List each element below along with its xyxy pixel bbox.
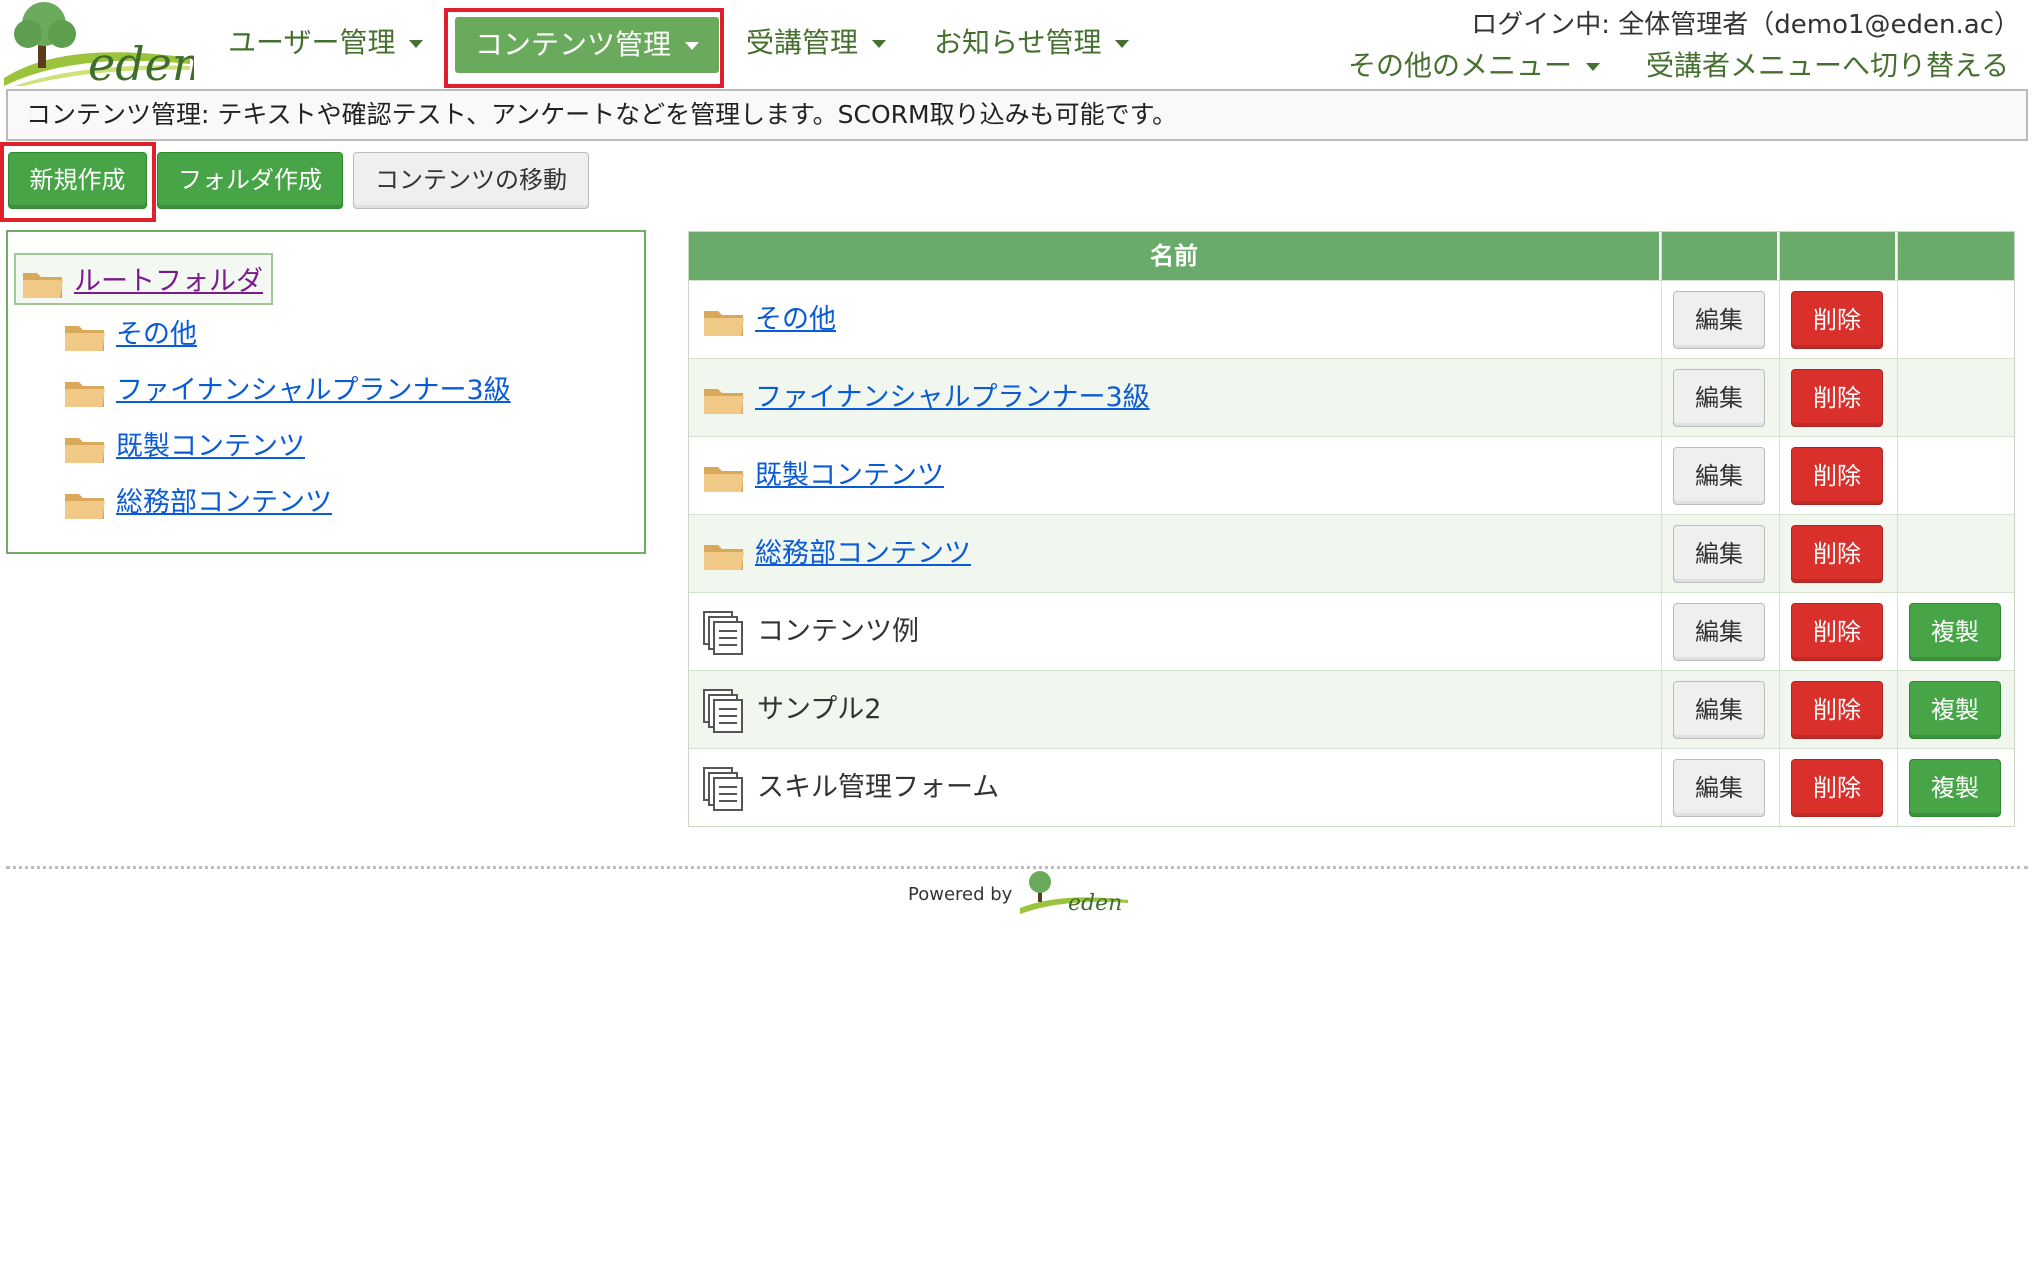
edit-button[interactable]: 編集 [1673,369,1765,427]
tree-item-general-affairs[interactable]: 総務部コンテンツ [64,480,332,520]
other-menu-label: その他のメニュー [1348,49,1573,82]
row-name: ファイナンシャルプランナー3級 [703,359,1150,437]
folder-tree: ルートフォルダ その他 ファイナンシャルプランナー3級 既製コンテンツ 総務部コ… [6,230,646,554]
column-header-edit [1661,232,1779,280]
row-folder-link[interactable]: ファイナンシャルプランナー3級 [755,382,1150,413]
folder-icon [704,388,744,414]
delete-button[interactable]: 削除 [1791,681,1883,739]
tree-item-other[interactable]: その他 [64,312,197,352]
folder-icon [65,493,105,519]
table-row: スキル管理フォーム 編集 削除 複製 [689,748,2014,826]
nav-content-management-label: コンテンツ管理 [475,28,672,61]
chevron-down-icon [1115,40,1130,48]
nav-course-management[interactable]: 受講管理 [746,14,887,72]
tree-logo-icon: eden [4,2,202,91]
folder-icon [65,381,105,407]
tree-item-link[interactable]: 既製コンテンツ [116,431,305,462]
powered-by-text: Powered by [908,884,1013,905]
new-content-button[interactable]: 新規作成 [8,152,147,209]
table-row: サンプル2 編集 削除 複製 [689,670,2014,748]
chevron-down-icon [409,40,424,48]
row-folder-link[interactable]: その他 [755,304,836,335]
column-header-copy [1897,232,2014,280]
tree-item-fp3[interactable]: ファイナンシャルプランナー3級 [64,368,511,408]
chevron-down-icon [872,40,887,48]
folder-icon [704,544,744,570]
eden-footer-logo-icon: eden [1020,871,1128,916]
folder-icon [65,437,105,463]
chevron-down-icon [1586,63,1601,71]
copy-button[interactable]: 複製 [1909,759,2001,817]
row-name: コンテンツ例 [703,593,919,671]
edit-button[interactable]: 編集 [1673,291,1765,349]
row-content-name: コンテンツ例 [757,616,919,647]
row-name: 総務部コンテンツ [703,515,971,593]
chevron-down-icon [685,42,700,50]
row-name: スキル管理フォーム [703,749,999,827]
edit-button[interactable]: 編集 [1673,525,1765,583]
delete-button[interactable]: 削除 [1791,525,1883,583]
edit-button[interactable]: 編集 [1673,603,1765,661]
column-header-delete [1779,232,1897,280]
switch-to-learner-menu-link[interactable]: 受講者メニューへ切り替える [1646,44,2009,84]
nav-course-management-label: 受講管理 [746,26,859,59]
tree-item-link[interactable]: ファイナンシャルプランナー3級 [116,375,511,406]
nav-content-management[interactable]: コンテンツ管理 [455,17,720,73]
other-menu-dropdown[interactable]: その他のメニュー [1348,44,1601,84]
delete-button[interactable]: 削除 [1791,447,1883,505]
delete-button[interactable]: 削除 [1791,603,1883,661]
copy-button[interactable]: 複製 [1909,681,2001,739]
copy-button[interactable]: 複製 [1909,603,2001,661]
tree-item-ready-made[interactable]: 既製コンテンツ [64,424,305,464]
table-row: ファイナンシャルプランナー3級 編集 削除 [689,358,2014,436]
column-divider [1897,232,1898,828]
delete-button[interactable]: 削除 [1791,291,1883,349]
edit-button[interactable]: 編集 [1673,759,1765,817]
tree-item-link[interactable]: 総務部コンテンツ [116,487,332,518]
edit-button[interactable]: 編集 [1673,447,1765,505]
move-content-button[interactable]: コンテンツの移動 [353,152,589,209]
edit-button[interactable]: 編集 [1673,681,1765,739]
delete-button[interactable]: 削除 [1791,759,1883,817]
row-folder-link[interactable]: 総務部コンテンツ [755,538,971,569]
tree-item-link[interactable]: その他 [116,319,197,350]
tree-root-link[interactable]: ルートフォルダ [74,266,263,297]
content-table: 名前 その他 編集 削除 ファイナンシャルプランナー3級 編集 削除 既製コンテ… [688,231,2015,828]
row-folder-link[interactable]: 既製コンテンツ [755,460,944,491]
content-pages-icon [703,610,743,655]
content-pages-icon [703,766,743,811]
delete-button[interactable]: 削除 [1791,369,1883,427]
row-name: サンプル2 [703,671,881,749]
table-row: 総務部コンテンツ 編集 削除 [689,514,2014,592]
column-divider [1661,232,1662,828]
create-folder-button[interactable]: フォルダ作成 [157,152,343,209]
tree-root-folder[interactable]: ルートフォルダ [14,253,273,305]
content-pages-icon [703,688,743,733]
table-row: その他 編集 削除 [689,280,2014,358]
nav-notice-management-label: お知らせ管理 [934,26,1102,59]
nav-user-management[interactable]: ユーザー管理 [228,14,424,72]
table-row: コンテンツ例 編集 削除 複製 [689,592,2014,670]
logo-text: eden [88,37,194,86]
row-name: その他 [703,281,836,359]
footer-logo-text: eden [1068,891,1122,916]
folder-icon [65,325,105,351]
login-status: ログイン中: 全体管理者（demo1@eden.ac） [1471,10,2020,40]
column-divider [1779,232,1780,828]
eden-logo[interactable]: eden [4,0,202,91]
column-header-name: 名前 [689,232,1661,280]
nav-user-management-label: ユーザー管理 [228,26,396,59]
footer-divider [6,866,2028,869]
folder-icon [704,310,744,336]
page-description: コンテンツ管理: テキストや確認テスト、アンケートなどを管理します。SCORM取… [6,89,2028,141]
nav-notice-management[interactable]: お知らせ管理 [934,14,1130,72]
row-content-name: スキル管理フォーム [757,772,1000,803]
folder-icon [23,272,63,298]
table-row: 既製コンテンツ 編集 削除 [689,436,2014,514]
folder-icon [704,466,744,492]
row-content-name: サンプル2 [757,694,882,725]
row-name: 既製コンテンツ [703,437,944,515]
